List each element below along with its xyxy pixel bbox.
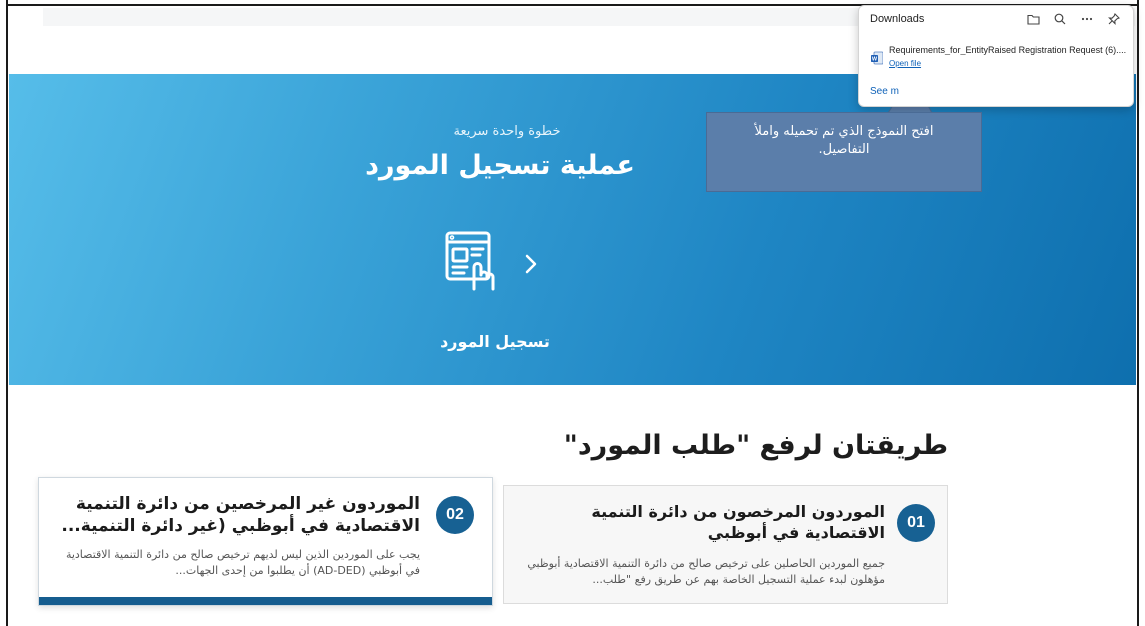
hero-eyebrow: خطوة واحدة سريعة (453, 124, 561, 139)
more-icon[interactable] (1078, 10, 1096, 28)
download-item[interactable]: W Requirements_for_EntityRaised Registra… (866, 42, 1130, 76)
card-description: يجب على الموردين الذين ليس لديهم ترخيص ص… (65, 548, 420, 577)
word-file-icon: W (871, 50, 884, 65)
card-title: الموردون المرخصون من دائرة التنمية الاقت… (591, 502, 885, 542)
svg-text:W: W (872, 57, 878, 63)
open-file-link[interactable]: Open file (889, 59, 921, 68)
download-file-name[interactable]: Requirements_for_EntityRaised Registrati… (889, 45, 1129, 55)
licensed-suppliers-card[interactable]: 01 الموردون المرخصون من دائرة التنمية ال… (503, 485, 948, 604)
downloads-title: Downloads (870, 13, 925, 25)
chevron-right-icon[interactable] (520, 250, 542, 278)
search-icon[interactable] (1051, 10, 1069, 28)
downloads-toolbar (1024, 10, 1123, 28)
downloads-panel: Downloads W Requirements_for_EntityRaise… (858, 5, 1134, 107)
card-active-bar (39, 597, 492, 605)
folder-icon[interactable] (1024, 10, 1042, 28)
window-frame-left (0, 0, 8, 626)
window-frame-right (1137, 0, 1145, 626)
card-number-badge: 01 (897, 504, 935, 542)
hero-title: عملية تسجيل المورد (365, 150, 635, 181)
instruction-callout: افتح النموذج الذي تم تحميله واملأ التفاص… (706, 112, 982, 192)
card-description: جميع الموردين الحاصلين على ترخيص صالح من… (527, 557, 885, 586)
card-title: الموردون غير المرخصين من دائرة التنمية ا… (61, 494, 420, 536)
see-more-link[interactable]: See m (870, 86, 899, 97)
pin-icon[interactable] (1105, 10, 1123, 28)
supplier-registration-icon[interactable] (442, 227, 512, 297)
hero-step-label[interactable]: تسجيل المورد (420, 332, 570, 351)
unlicensed-suppliers-card[interactable]: 02 الموردون غير المرخصين من دائرة التنمي… (38, 477, 493, 606)
section-title: طريقتان لرفع "طلب المورد" (563, 430, 948, 461)
card-number-badge: 02 (436, 496, 474, 534)
